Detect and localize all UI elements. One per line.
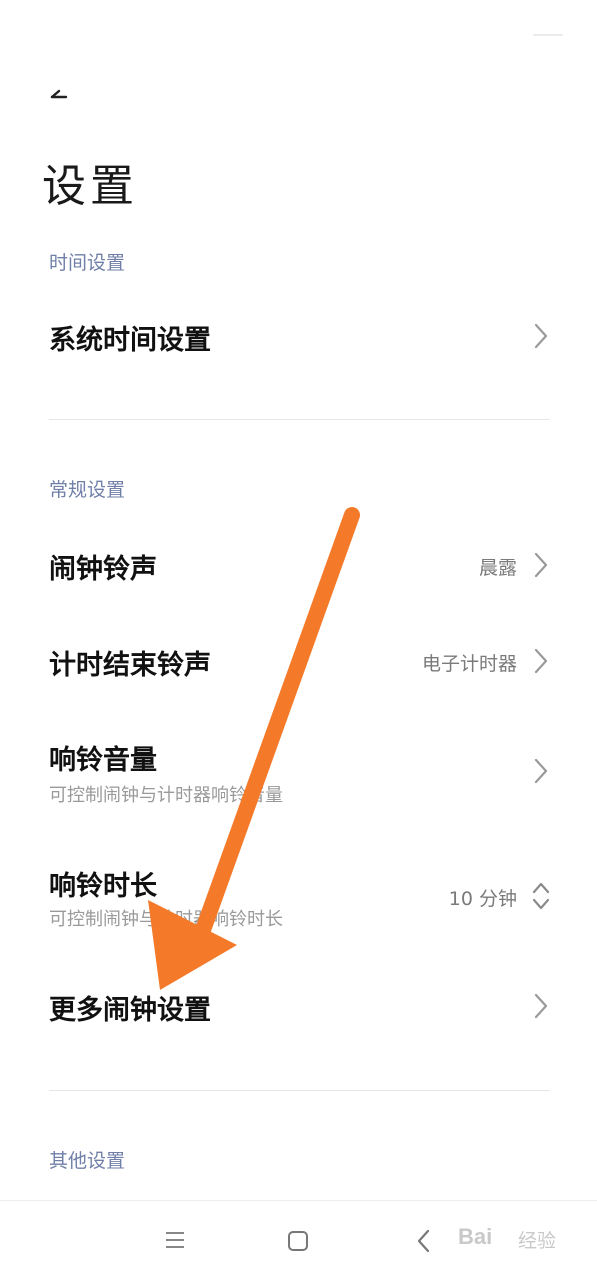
divider <box>49 1090 550 1091</box>
row-ring-duration[interactable]: 响铃时长 可控制闹钟与计时器响铃时长 10 分钟 <box>0 846 597 946</box>
chevron-right-icon <box>534 648 548 674</box>
section-header-time: 时间设置 <box>49 252 126 274</box>
watermark-logo: Bai 经验 <box>458 1214 568 1258</box>
watermark-sub: 经验 <box>518 1230 557 1252</box>
back-arrow-icon[interactable] <box>44 82 90 112</box>
row-value: 10 分钟 <box>448 888 517 910</box>
divider <box>49 419 550 420</box>
row-title: 计时结束铃声 <box>49 650 211 681</box>
menu-icon[interactable] <box>164 1229 186 1251</box>
back-chevron-icon[interactable] <box>414 1228 434 1254</box>
row-subtitle: 可控制闹钟与计时器响铃时长 <box>49 909 283 930</box>
row-title: 闹钟铃声 <box>49 554 157 585</box>
page-title: 设置 <box>42 161 138 212</box>
row-title: 响铃音量 <box>49 745 157 776</box>
row-more-alarm-settings[interactable]: 更多闹钟设置 <box>0 970 597 1042</box>
watermark-brand: Bai <box>458 1224 493 1249</box>
up-down-chevron-icon[interactable] <box>531 879 551 913</box>
row-title: 更多闹钟设置 <box>49 995 211 1026</box>
status-bar-indicator <box>533 34 563 36</box>
row-value: 晨露 <box>478 557 517 579</box>
row-system-time[interactable]: 系统时间设置 <box>0 300 597 372</box>
row-title: 响铃时长 <box>49 871 157 902</box>
row-ring-volume[interactable]: 响铃音量 可控制闹钟与计时器响铃音量 <box>0 722 597 822</box>
chevron-right-icon <box>534 758 548 784</box>
row-value: 电子计时器 <box>421 653 517 675</box>
chevron-right-icon <box>534 323 548 349</box>
row-timer-ringtone[interactable]: 计时结束铃声 电子计时器 <box>0 626 597 696</box>
row-title: 系统时间设置 <box>49 325 211 356</box>
row-alarm-ringtone[interactable]: 闹钟铃声 晨露 <box>0 530 597 600</box>
section-header-other: 其他设置 <box>49 1150 126 1172</box>
chevron-right-icon <box>534 552 548 578</box>
section-header-general: 常规设置 <box>49 479 126 501</box>
chevron-right-icon <box>534 993 548 1019</box>
home-square-icon[interactable] <box>286 1229 310 1253</box>
row-subtitle: 可控制闹钟与计时器响铃音量 <box>49 785 283 806</box>
